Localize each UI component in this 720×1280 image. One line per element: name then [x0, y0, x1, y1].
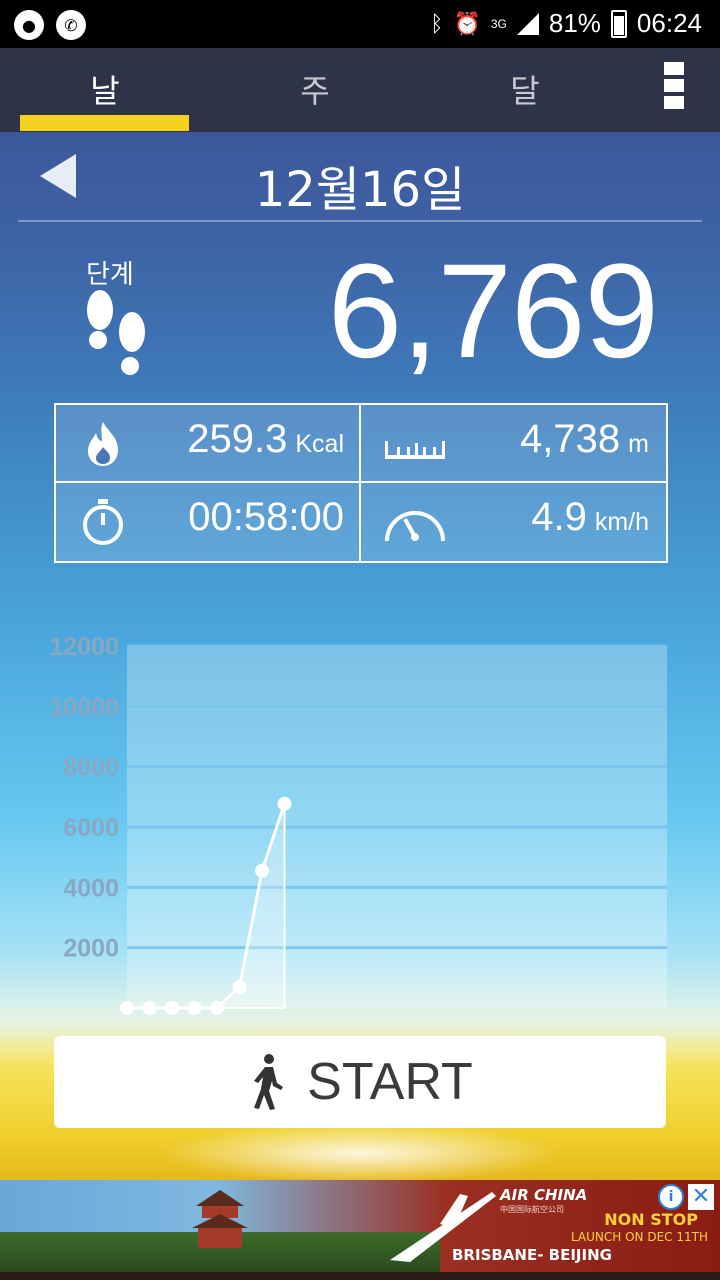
y-tick-label: 6000 — [63, 814, 119, 842]
speed-unit: km/h — [594, 508, 649, 536]
y-tick-label: 4000 — [63, 874, 119, 902]
speed-cell: 4.9 km/h — [361, 483, 665, 560]
battery-icon — [610, 9, 627, 38]
battery-percent: 81% — [548, 8, 601, 38]
y-tick-label: 12000 — [49, 633, 119, 661]
calories-value: 259.3 — [187, 417, 288, 461]
ad-bottom-edge — [0, 1272, 720, 1280]
stats-divider-horizontal — [56, 481, 666, 483]
app-screen: 날 주 달 12월16일 단계 6,769 259.3 Kcal 4,738 m… — [0, 48, 720, 1183]
tab-day[interactable]: 날 — [20, 66, 190, 112]
y-tick-label: 10000 — [49, 693, 119, 721]
steps-label: 단계 — [86, 260, 134, 290]
tab-bar: 날 주 달 — [0, 48, 720, 132]
duration-value: 00:58:00 — [188, 495, 344, 539]
ad-banner[interactable]: AIR CHINA 中国国际航空公司 NON STOP LAUNCH ON DE… — [0, 1180, 720, 1272]
signal-icon — [516, 12, 539, 35]
hourly-steps-chart: 1200010000800060004000200024681012141618… — [49, 633, 667, 1015]
distance-unit: m — [628, 430, 649, 458]
date-title: 12월16일 — [254, 162, 466, 218]
date-navigation: 12월16일 — [18, 140, 702, 222]
ad-info-icon[interactable]: i — [658, 1184, 684, 1210]
ad-subheadline: LAUNCH ON DEC 11TH — [570, 1230, 708, 1244]
network-type: 3G — [490, 16, 507, 31]
ad-route: BRISBANE- BEIJING — [452, 1246, 612, 1264]
chart-data-point — [232, 979, 247, 994]
stats-grid: 259.3 Kcal 4,738 m 00:58:00 4.9 km/h — [54, 403, 668, 563]
bluetooth-icon: ᛒ — [430, 10, 444, 36]
phone-call-icon: ✆ — [56, 10, 86, 40]
tab-month[interactable]: 달 — [440, 66, 610, 112]
distance-value: 4,738 — [520, 417, 621, 461]
chart-data-point — [165, 1001, 179, 1015]
ad-brand-sub: 中国国际航空公司 — [500, 1205, 564, 1214]
bean-app-icon: ● — [14, 10, 44, 40]
calories-cell: 259.3 Kcal — [56, 405, 360, 482]
ad-pagoda-image — [192, 1190, 248, 1248]
y-tick-label: 8000 — [63, 754, 119, 782]
speedometer-icon — [385, 511, 445, 542]
ad-close-icon[interactable]: ✕ — [688, 1184, 714, 1210]
y-tick-label: 2000 — [63, 935, 119, 963]
overflow-menu-button[interactable] — [664, 62, 684, 109]
stats-divider-vertical — [359, 405, 361, 561]
stopwatch-icon — [83, 499, 123, 545]
duration-cell: 00:58:00 — [56, 483, 360, 560]
distance-cell: 4,738 m — [361, 405, 665, 482]
ad-headline: NON STOP — [604, 1210, 698, 1229]
alarm-icon: ⏰ — [453, 10, 481, 36]
start-label: START — [307, 1053, 473, 1111]
footprints-icon — [87, 290, 145, 375]
clock: 06:24 — [636, 8, 702, 38]
speed-value: 4.9 — [531, 495, 587, 539]
chart-data-point — [277, 796, 292, 811]
status-bar: ● ✆ ᛒ ⏰ 3G 81% 06:24 — [0, 0, 720, 48]
chart-data-point — [142, 1001, 157, 1015]
steps-count: 6,769 — [327, 237, 659, 386]
chart-data-point — [255, 863, 269, 878]
chart-data-point — [187, 1001, 202, 1015]
start-button[interactable]: START — [54, 1036, 666, 1128]
chart-data-point — [210, 1001, 224, 1015]
ad-brand: AIR CHINA — [500, 1186, 588, 1204]
walking-person-icon — [254, 1054, 284, 1110]
ruler-icon — [385, 441, 445, 459]
chart-data-point — [120, 1001, 134, 1015]
calories-unit: Kcal — [295, 430, 344, 458]
flame-icon — [88, 422, 118, 466]
tab-week[interactable]: 주 — [230, 66, 400, 112]
tab-indicator — [20, 115, 189, 131]
